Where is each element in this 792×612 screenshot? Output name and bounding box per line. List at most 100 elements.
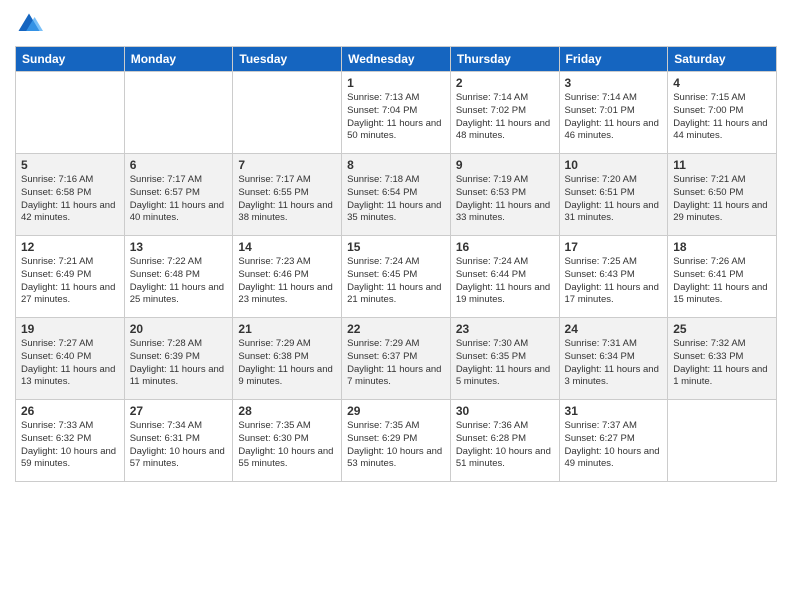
- logo: [15, 10, 45, 38]
- day-info: Sunrise: 7:23 AM Sunset: 6:46 PM Dayligh…: [238, 256, 336, 307]
- calendar-cell: 15 Sunrise: 7:24 AM Sunset: 6:45 PM Dayli…: [342, 236, 451, 318]
- day-info: Sunrise: 7:16 AM Sunset: 6:58 PM Dayligh…: [21, 174, 119, 225]
- calendar-cell: 4 Sunrise: 7:15 AM Sunset: 7:00 PM Daylig…: [668, 72, 777, 154]
- calendar-cell: 27 Sunrise: 7:34 AM Sunset: 6:31 PM Dayli…: [124, 400, 233, 482]
- calendar-cell: 12 Sunrise: 7:21 AM Sunset: 6:49 PM Dayli…: [16, 236, 125, 318]
- day-number: 14: [238, 240, 336, 254]
- day-info: Sunrise: 7:31 AM Sunset: 6:34 PM Dayligh…: [565, 338, 663, 389]
- day-number: 20: [130, 322, 228, 336]
- day-info: Sunrise: 7:18 AM Sunset: 6:54 PM Dayligh…: [347, 174, 445, 225]
- day-info: Sunrise: 7:14 AM Sunset: 7:01 PM Dayligh…: [565, 92, 663, 143]
- day-info: Sunrise: 7:20 AM Sunset: 6:51 PM Dayligh…: [565, 174, 663, 225]
- calendar-cell: 29Sunrise: 7:35 AM Sunset: 6:29 PM Dayli…: [342, 400, 451, 482]
- day-number: 1: [347, 76, 445, 90]
- day-number: 25: [673, 322, 771, 336]
- calendar-cell: 7Sunrise: 7:17 AM Sunset: 6:55 PM Daylig…: [233, 154, 342, 236]
- calendar-cell: [668, 400, 777, 482]
- calendar-cell: 10 Sunrise: 7:20 AM Sunset: 6:51 PM Dayli…: [559, 154, 668, 236]
- day-number: 5: [21, 158, 119, 172]
- day-info: Sunrise: 7:29 AM Sunset: 6:38 PM Dayligh…: [238, 338, 336, 389]
- calendar-week-row: 1 Sunrise: 7:13 AM Sunset: 7:04 PM Daylig…: [16, 72, 777, 154]
- day-info: Sunrise: 7:15 AM Sunset: 7:00 PM Dayligh…: [673, 92, 771, 143]
- day-number: 10: [565, 158, 663, 172]
- day-info: Sunrise: 7:35 AM Sunset: 6:30 PM Dayligh…: [238, 420, 336, 471]
- calendar-cell: 16Sunrise: 7:24 AM Sunset: 6:44 PM Dayli…: [450, 236, 559, 318]
- day-header-monday: Monday: [124, 47, 233, 72]
- day-number: 18: [673, 240, 771, 254]
- header: [15, 10, 777, 38]
- calendar-cell: 21 Sunrise: 7:29 AM Sunset: 6:38 PM Dayli…: [233, 318, 342, 400]
- day-info: Sunrise: 7:21 AM Sunset: 6:50 PM Dayligh…: [673, 174, 771, 225]
- day-number: 24: [565, 322, 663, 336]
- calendar-cell: [233, 72, 342, 154]
- day-info: Sunrise: 7:37 AM Sunset: 6:27 PM Dayligh…: [565, 420, 663, 471]
- day-info: Sunrise: 7:19 AM Sunset: 6:53 PM Dayligh…: [456, 174, 554, 225]
- page: SundayMondayTuesdayWednesdayThursdayFrid…: [0, 0, 792, 612]
- calendar-cell: 18 Sunrise: 7:26 AM Sunset: 6:41 PM Dayli…: [668, 236, 777, 318]
- day-number: 3: [565, 76, 663, 90]
- calendar-week-row: 5 Sunrise: 7:16 AM Sunset: 6:58 PM Daylig…: [16, 154, 777, 236]
- day-info: Sunrise: 7:21 AM Sunset: 6:49 PM Dayligh…: [21, 256, 119, 307]
- calendar-cell: 30 Sunrise: 7:36 AM Sunset: 6:28 PM Dayli…: [450, 400, 559, 482]
- day-info: Sunrise: 7:29 AM Sunset: 6:37 PM Dayligh…: [347, 338, 445, 389]
- calendar-cell: 13 Sunrise: 7:22 AM Sunset: 6:48 PM Dayli…: [124, 236, 233, 318]
- day-number: 27: [130, 404, 228, 418]
- day-header-tuesday: Tuesday: [233, 47, 342, 72]
- calendar-cell: 24 Sunrise: 7:31 AM Sunset: 6:34 PM Dayli…: [559, 318, 668, 400]
- day-number: 12: [21, 240, 119, 254]
- day-info: Sunrise: 7:33 AM Sunset: 6:32 PM Dayligh…: [21, 420, 119, 471]
- day-info: Sunrise: 7:34 AM Sunset: 6:31 PM Dayligh…: [130, 420, 228, 471]
- day-number: 9: [456, 158, 554, 172]
- calendar-week-row: 12 Sunrise: 7:21 AM Sunset: 6:49 PM Dayli…: [16, 236, 777, 318]
- day-number: 29: [347, 404, 445, 418]
- calendar-cell: 1 Sunrise: 7:13 AM Sunset: 7:04 PM Daylig…: [342, 72, 451, 154]
- calendar-cell: [124, 72, 233, 154]
- day-number: 21: [238, 322, 336, 336]
- calendar-week-row: 26 Sunrise: 7:33 AM Sunset: 6:32 PM Dayli…: [16, 400, 777, 482]
- day-info: Sunrise: 7:36 AM Sunset: 6:28 PM Dayligh…: [456, 420, 554, 471]
- day-info: Sunrise: 7:28 AM Sunset: 6:39 PM Dayligh…: [130, 338, 228, 389]
- day-info: Sunrise: 7:14 AM Sunset: 7:02 PM Dayligh…: [456, 92, 554, 143]
- day-number: 11: [673, 158, 771, 172]
- day-info: Sunrise: 7:26 AM Sunset: 6:41 PM Dayligh…: [673, 256, 771, 307]
- day-info: Sunrise: 7:17 AM Sunset: 6:57 PM Dayligh…: [130, 174, 228, 225]
- logo-icon: [15, 10, 43, 38]
- day-info: Sunrise: 7:24 AM Sunset: 6:44 PM Dayligh…: [456, 256, 554, 307]
- day-number: 15: [347, 240, 445, 254]
- day-number: 17: [565, 240, 663, 254]
- calendar-week-row: 19Sunrise: 7:27 AM Sunset: 6:40 PM Dayli…: [16, 318, 777, 400]
- day-header-thursday: Thursday: [450, 47, 559, 72]
- calendar-cell: 8 Sunrise: 7:18 AM Sunset: 6:54 PM Daylig…: [342, 154, 451, 236]
- calendar-cell: 3 Sunrise: 7:14 AM Sunset: 7:01 PM Daylig…: [559, 72, 668, 154]
- calendar-cell: 23Sunrise: 7:30 AM Sunset: 6:35 PM Dayli…: [450, 318, 559, 400]
- day-number: 13: [130, 240, 228, 254]
- day-number: 31: [565, 404, 663, 418]
- calendar-cell: 11 Sunrise: 7:21 AM Sunset: 6:50 PM Dayli…: [668, 154, 777, 236]
- day-info: Sunrise: 7:32 AM Sunset: 6:33 PM Dayligh…: [673, 338, 771, 389]
- calendar-cell: 5 Sunrise: 7:16 AM Sunset: 6:58 PM Daylig…: [16, 154, 125, 236]
- day-number: 6: [130, 158, 228, 172]
- calendar-cell: 28Sunrise: 7:35 AM Sunset: 6:30 PM Dayli…: [233, 400, 342, 482]
- day-header-friday: Friday: [559, 47, 668, 72]
- calendar-cell: 25 Sunrise: 7:32 AM Sunset: 6:33 PM Dayli…: [668, 318, 777, 400]
- calendar-cell: 2Sunrise: 7:14 AM Sunset: 7:02 PM Daylig…: [450, 72, 559, 154]
- calendar-cell: [16, 72, 125, 154]
- calendar-header-row: SundayMondayTuesdayWednesdayThursdayFrid…: [16, 47, 777, 72]
- day-info: Sunrise: 7:27 AM Sunset: 6:40 PM Dayligh…: [21, 338, 119, 389]
- day-info: Sunrise: 7:24 AM Sunset: 6:45 PM Dayligh…: [347, 256, 445, 307]
- calendar-cell: 9 Sunrise: 7:19 AM Sunset: 6:53 PM Daylig…: [450, 154, 559, 236]
- day-header-wednesday: Wednesday: [342, 47, 451, 72]
- day-number: 26: [21, 404, 119, 418]
- calendar-cell: 26 Sunrise: 7:33 AM Sunset: 6:32 PM Dayli…: [16, 400, 125, 482]
- day-info: Sunrise: 7:30 AM Sunset: 6:35 PM Dayligh…: [456, 338, 554, 389]
- day-number: 22: [347, 322, 445, 336]
- day-info: Sunrise: 7:22 AM Sunset: 6:48 PM Dayligh…: [130, 256, 228, 307]
- day-header-saturday: Saturday: [668, 47, 777, 72]
- day-number: 4: [673, 76, 771, 90]
- calendar-cell: 17Sunrise: 7:25 AM Sunset: 6:43 PM Dayli…: [559, 236, 668, 318]
- calendar-cell: 6 Sunrise: 7:17 AM Sunset: 6:57 PM Daylig…: [124, 154, 233, 236]
- day-number: 8: [347, 158, 445, 172]
- day-info: Sunrise: 7:13 AM Sunset: 7:04 PM Dayligh…: [347, 92, 445, 143]
- calendar-cell: 19Sunrise: 7:27 AM Sunset: 6:40 PM Dayli…: [16, 318, 125, 400]
- day-number: 30: [456, 404, 554, 418]
